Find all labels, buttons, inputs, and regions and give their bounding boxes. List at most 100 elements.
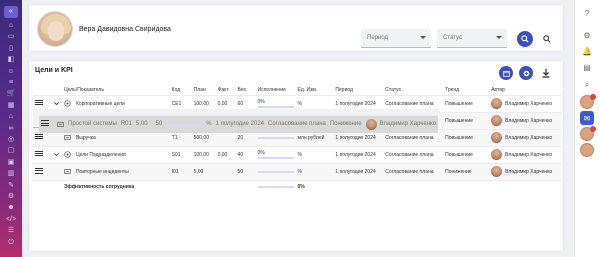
goal-period: 1 полугодие 2024 — [333, 162, 384, 180]
chart-icon[interactable]: ▥ — [4, 170, 18, 178]
bookmark-icon[interactable]: ◧ — [4, 56, 18, 64]
drag-handle-icon[interactable] — [35, 167, 43, 175]
col-unit[interactable]: Ед. Изм. — [296, 85, 334, 95]
goal-progress — [164, 115, 205, 133]
goal-status: Согласование плана — [266, 115, 328, 133]
goal-author: Владимир Харченко — [379, 121, 437, 128]
drag-handle-icon[interactable] — [41, 119, 49, 127]
folder-icon[interactable]: ▣ — [4, 159, 18, 167]
goal-trend: Понижение — [443, 162, 490, 180]
col-progress[interactable]: Исполнение — [256, 85, 296, 95]
progress-bar — [257, 137, 294, 139]
bank-icon[interactable]: ⌂ — [4, 113, 18, 121]
author-avatar — [491, 98, 503, 109]
chevron-down-icon[interactable] — [53, 100, 60, 107]
notifications-icon[interactable]: 🔔 — [580, 44, 594, 58]
calendar-icon[interactable]: ▢ — [4, 147, 18, 155]
search-icon — [521, 35, 529, 43]
goals-card: Цели и KPI Цель/Показатель Код План Факт… — [28, 60, 564, 252]
settings-icon[interactable]: ⚙ — [580, 28, 594, 42]
table-row[interactable]: Простой системы R01 5,00 50% 1 полугодие 202… — [33, 109, 439, 133]
people-icon[interactable]: ☺ — [4, 68, 18, 76]
author-avatar — [491, 115, 503, 126]
avatar — [37, 11, 73, 47]
cart-icon[interactable]: 🛒 — [4, 90, 18, 98]
summary-progress-bar — [257, 186, 294, 189]
goal-plan: 100,00 — [191, 145, 216, 163]
goal-author: Владимир Харченко — [505, 100, 553, 107]
table-row[interactable]: Цели Подразделения S01 100,00 0,00 40 0%% 1 по… — [33, 145, 561, 163]
notification-badge — [590, 126, 596, 132]
table-header: Цель/Показатель Код План Факт Вес Исполн… — [33, 85, 561, 95]
progress-text: 0% — [257, 99, 265, 105]
chevron-down-icon[interactable] — [53, 151, 60, 158]
goal-code: R01 — [118, 115, 134, 133]
inbox-icon[interactable]: ▭ — [4, 33, 18, 41]
home-icon[interactable]: ⌂ — [4, 22, 18, 30]
goals-table: Цель/Показатель Код План Факт Вес Исполн… — [33, 85, 561, 193]
logout-icon[interactable]: ⏻ — [4, 239, 18, 247]
chat-icon[interactable]: ✉ — [580, 111, 594, 125]
goal-code: I01 — [169, 162, 192, 180]
drag-handle-icon[interactable] — [35, 149, 43, 157]
col-goal[interactable]: Цель/Показатель — [62, 85, 170, 95]
goal-period: 1 полугодие 2024 — [333, 145, 384, 163]
contact-avatar[interactable] — [580, 126, 596, 141]
target-icon — [64, 151, 71, 158]
col-author[interactable]: Автор — [489, 85, 561, 95]
collapse-icon[interactable]: « — [4, 6, 18, 18]
contact-avatar[interactable] — [580, 94, 596, 109]
search-icon — [543, 35, 551, 43]
add-goal-button[interactable] — [519, 66, 533, 80]
search-button[interactable] — [517, 31, 533, 47]
col-period[interactable]: Период — [333, 85, 383, 95]
goal-name[interactable]: Цели Подразделения — [73, 145, 170, 163]
stack-icon[interactable]: ☰ — [4, 227, 18, 235]
col-weight[interactable]: Вес — [236, 85, 256, 95]
edit-icon[interactable]: ✎ — [4, 182, 18, 190]
kpi-icon — [64, 135, 71, 140]
summary-row: Эффективность сотрудника 0% — [33, 180, 561, 193]
list-icon[interactable]: ≡ — [4, 79, 18, 87]
goal-unit: % — [204, 115, 214, 133]
goal-name[interactable]: Повторные инциденты — [73, 162, 170, 180]
period-select[interactable]: Период — [361, 29, 431, 48]
col-code[interactable]: Код — [170, 85, 192, 95]
kpi-icon[interactable]: ◎ — [4, 136, 18, 144]
col-plan[interactable]: План — [192, 85, 216, 95]
table-row[interactable]: Повторные инциденты I01 5,00 50% 1 полугодие… — [33, 162, 561, 180]
progress-bar — [257, 157, 294, 159]
drag-handle-icon[interactable] — [35, 132, 43, 140]
grid-icon[interactable]: ▦ — [4, 102, 18, 110]
kpi-icon — [64, 169, 71, 175]
calendar-icon — [502, 70, 510, 77]
link-icon[interactable]: ∞ — [4, 125, 18, 133]
progress-bar — [257, 171, 294, 174]
user-icon[interactable]: ☻ — [4, 204, 18, 212]
notification-badge — [590, 94, 596, 100]
advanced-search-button[interactable] — [541, 33, 553, 45]
search-icon[interactable]: ⌕ — [580, 78, 594, 92]
goal-trend: Повышение — [443, 94, 490, 112]
goal-trend: Понижение — [327, 115, 364, 133]
progress-bar — [257, 106, 294, 108]
help-icon[interactable]: ? — [580, 6, 594, 20]
calendar-button[interactable] — [499, 66, 513, 80]
goal-plan: 5,00 — [191, 162, 216, 180]
goal-name[interactable]: Простой системы — [66, 115, 119, 133]
notes-icon[interactable]: ▤ — [580, 60, 594, 74]
author-avatar — [491, 166, 503, 178]
status-select[interactable]: Статус — [437, 29, 507, 48]
contact-avatar[interactable] — [580, 143, 594, 157]
settings-icon[interactable]: ⚙ — [4, 193, 18, 201]
book-icon[interactable]: ▯ — [4, 45, 18, 53]
col-fact[interactable]: Факт — [216, 85, 236, 95]
drag-handle-icon[interactable] — [35, 98, 43, 106]
goal-trend: Повышение — [443, 128, 490, 146]
code-icon[interactable]: </> — [4, 216, 18, 224]
right-sidebar: ? ⚙ 🔔 ▤ ⌕ ✉ — [574, 0, 600, 257]
goal-trend: Повышение — [443, 111, 490, 129]
col-trend[interactable]: Тренд — [443, 85, 489, 95]
col-status[interactable]: Статус — [383, 85, 443, 95]
download-icon[interactable] — [541, 68, 551, 78]
